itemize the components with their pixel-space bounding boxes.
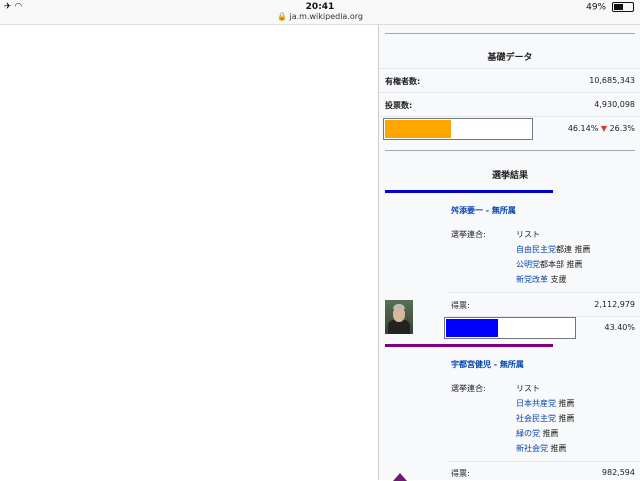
clock: 20:41 [305,2,335,12]
row-divider [379,68,640,69]
votes-label: 得票: [451,301,470,310]
row-divider [379,92,640,93]
voters-label: 有権者数: [385,77,421,86]
party-link[interactable]: 自由民主党 [516,245,556,254]
party-note: 推薦 [540,429,559,438]
candidate-votes: 2,112,979 [594,300,635,309]
list-label: リスト [516,230,540,239]
coalition-item: 社会民主党 推薦 [516,413,575,424]
list-label: リスト [516,384,540,393]
row-divider [447,461,640,462]
votes-label: 得票: [451,469,470,478]
coalition-item: 日本共産党 推薦 [516,398,575,409]
battery-percent: 49% [586,2,607,13]
party-note: 推薦 [556,399,575,408]
coalition-item: 公明党都本部 推薦 [516,259,583,270]
candidate-photo[interactable] [385,300,413,334]
turnout-bar-fill [385,120,451,138]
row-divider [379,116,640,117]
vote-share-bar [444,317,576,339]
coalition-item: 自由民主党都連 推薦 [516,244,591,255]
results-title: 選挙結果 [491,171,528,181]
vote-share-bar-fill [446,319,499,337]
party-link[interactable]: 日本共産党 [516,399,556,408]
coalition-label: 選挙連合: [451,230,486,239]
down-arrow-icon: ▼ [600,124,608,133]
voters-value: 10,685,343 [589,76,635,85]
party-link[interactable]: 緑の党 [516,429,540,438]
candidate-name-link[interactable]: 宇都宮健児 - 無所属 [451,359,524,370]
coalition-item: 新社会党 推薦 [516,443,567,454]
candidate-votes: 982,594 [601,468,635,477]
turnout-change: 26.3% [609,124,635,133]
party-link[interactable]: 新党改革 [516,275,548,284]
party-link[interactable]: 公明党 [516,260,540,269]
party-note: 都連 推薦 [556,245,591,254]
candidate-pct: 43.40% [604,323,635,332]
divider [385,33,635,34]
row-divider [447,292,640,293]
coalition-label: 選挙連合: [451,384,486,393]
battery-indicator: 49% [586,2,634,13]
coalition-item: 新党改革 支援 [516,274,567,285]
turnout-pct: 46.14% [567,124,599,133]
party-link[interactable]: 社会民主党 [516,414,556,423]
turnout-bar [383,118,533,140]
party-note: 推薦 [548,444,567,453]
candidate-color-line [385,190,553,193]
votes-value: 4,930,098 [594,100,635,109]
party-link[interactable]: 新社会党 [516,444,548,453]
basic-data-title: 基礎データ [487,53,533,63]
party-note: 支援 [548,275,567,284]
coalition-item: 緑の党 推薦 [516,428,559,439]
election-infobox: 基礎データ 有権者数: 10,685,343 投票数: 4,930,098 46… [378,25,640,481]
turnout-text: 46.14% ▼ 26.3% [568,124,635,133]
party-note: 推薦 [556,414,575,423]
address-url[interactable]: 🔒 ja.m.wikipedia.org [0,12,640,21]
divider [385,150,635,151]
status-bar: ✈ ◠ 20:41 🔒 ja.m.wikipedia.org 49% [0,0,640,25]
candidate-color-line [385,344,553,347]
battery-icon [612,2,634,12]
candidate-name-link[interactable]: 舛添要一 - 無所属 [451,205,516,216]
party-note: 都本部 推薦 [540,260,583,269]
votes-label: 投票数: [385,101,413,110]
